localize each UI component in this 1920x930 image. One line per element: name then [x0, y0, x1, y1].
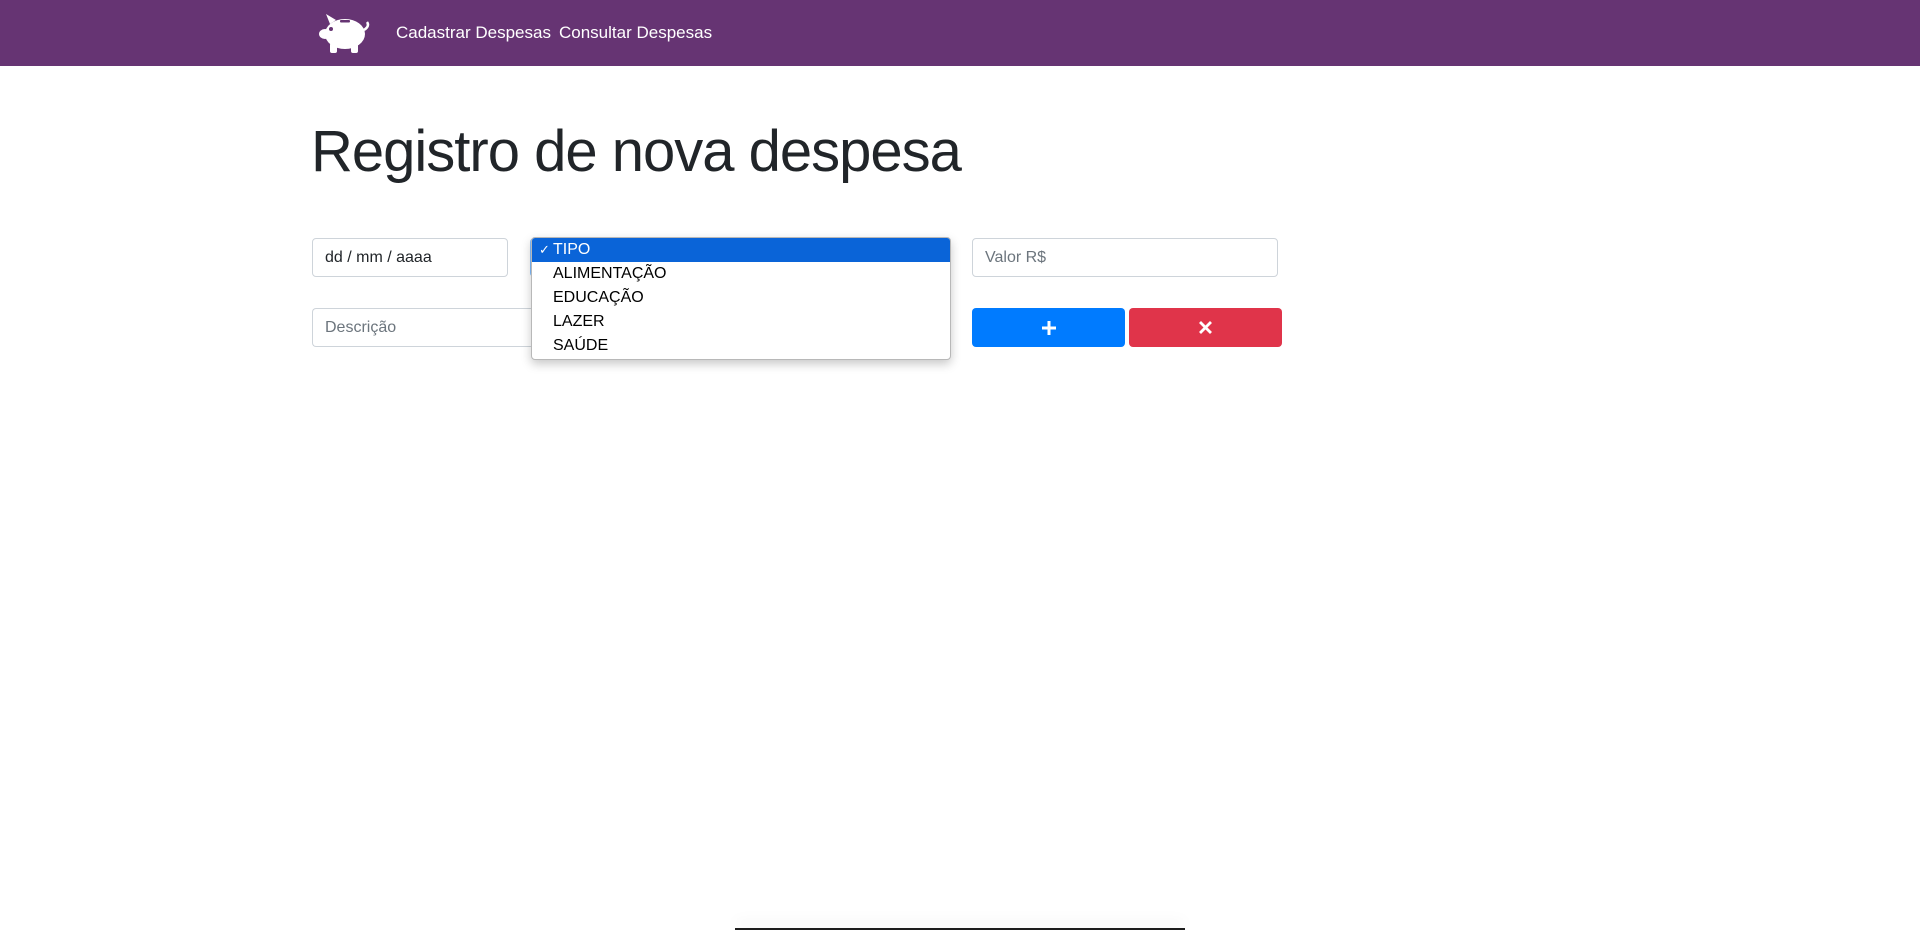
valor-input[interactable]: Valor R$	[972, 238, 1278, 277]
date-input[interactable]: dd / mm / aaaa	[312, 238, 508, 277]
tipo-option-educacao[interactable]: EDUCAÇÃO	[532, 286, 950, 310]
times-icon	[1199, 321, 1212, 334]
option-label: EDUCAÇÃO	[553, 289, 644, 306]
option-label: LAZER	[553, 313, 605, 330]
tipo-option-tipo[interactable]: ✓ TIPO	[532, 238, 950, 262]
tipo-option-alimentacao[interactable]: ALIMENTAÇÃO	[532, 262, 950, 286]
descricao-input[interactable]: Descrição	[312, 308, 552, 347]
option-label: SAÚDE	[553, 337, 609, 354]
tipo-option-saude[interactable]: SAÚDE	[532, 334, 950, 358]
tipo-option-lazer[interactable]: LAZER	[532, 310, 950, 334]
add-button[interactable]	[972, 308, 1125, 347]
option-label: TIPO	[553, 241, 591, 258]
checkmark-icon: ✓	[539, 242, 550, 257]
option-label: ALIMENTAÇÃO	[553, 265, 667, 282]
plus-icon	[1041, 320, 1056, 335]
nav-link-cadastrar[interactable]: Cadastrar Despesas	[396, 22, 551, 44]
clear-button[interactable]	[1129, 308, 1282, 347]
nav-link-consultar[interactable]: Consultar Despesas	[559, 22, 712, 44]
page-title: Registro de nova despesa	[311, 119, 962, 184]
navbar: Cadastrar Despesas Consultar Despesas	[0, 0, 1920, 66]
piggy-bank-icon[interactable]	[316, 10, 370, 56]
tipo-dropdown-list: ✓ TIPO ALIMENTAÇÃO EDUCAÇÃO LAZER SAÚDE	[531, 237, 951, 360]
